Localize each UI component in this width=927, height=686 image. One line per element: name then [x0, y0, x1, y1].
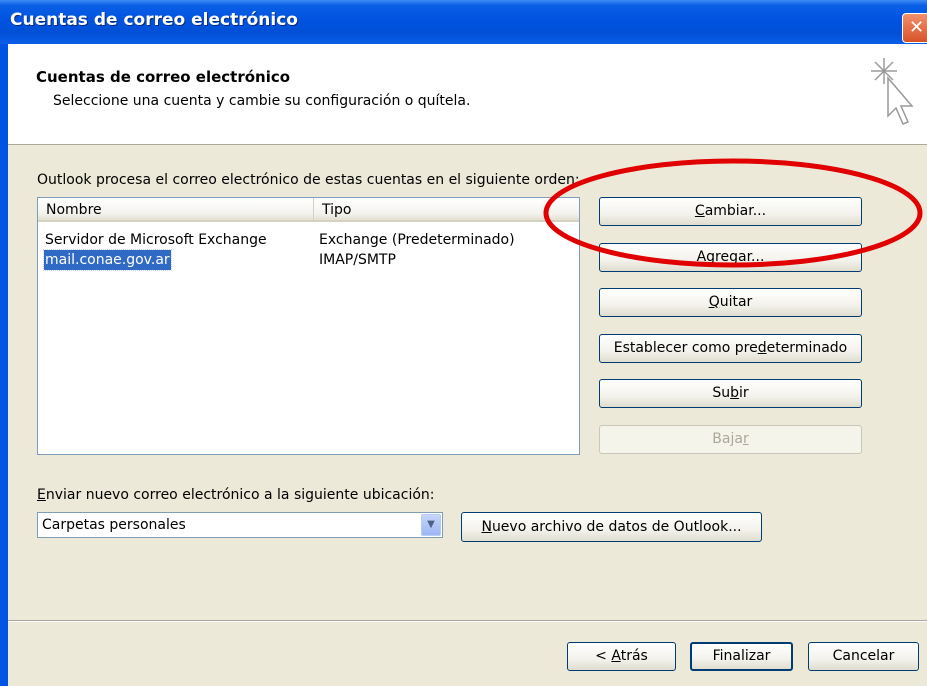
- wizard-header: Cuentas de correo electrónico Seleccione…: [8, 44, 927, 145]
- window-frame-left: [0, 44, 8, 686]
- accounts-order-label: Outlook procesa el correo electrónico de…: [37, 172, 580, 188]
- sparkle-cursor-icon: [871, 58, 914, 125]
- account-row-selected[interactable]: mail.conae.gov.ar IMAP/SMTP: [38, 249, 579, 271]
- finish-button[interactable]: Finalizar: [690, 642, 793, 671]
- back-button[interactable]: < Atrás: [567, 642, 676, 671]
- title-bar: Cuentas de correo electrónico ✕: [0, 0, 927, 44]
- change-button[interactable]: Cambiar...: [599, 197, 862, 226]
- accounts-list[interactable]: Nombre Tipo Servidor de Microsoft Exchan…: [37, 197, 580, 455]
- window-title: Cuentas de correo electrónico: [10, 10, 298, 30]
- header-subtitle: Seleccione una cuenta y cambie su config…: [53, 93, 471, 109]
- delivery-location-select[interactable]: Carpetas personales ▼: [37, 512, 443, 538]
- set-default-button[interactable]: Establecer como predeterminado: [599, 334, 862, 363]
- delivery-location-label: Enviar nuevo correo electrónico a la sig…: [37, 487, 435, 503]
- close-button[interactable]: ✕: [902, 13, 927, 43]
- close-icon: ✕: [909, 17, 925, 38]
- new-data-file-button[interactable]: Nuevo archivo de datos de Outlook...: [461, 512, 762, 542]
- account-row[interactable]: Servidor de Microsoft Exchange Exchange …: [38, 230, 579, 250]
- account-name: Servidor de Microsoft Exchange: [45, 232, 267, 248]
- header-title: Cuentas de correo electrónico: [36, 68, 291, 86]
- move-down-button[interactable]: Bajar: [599, 425, 862, 454]
- cancel-button[interactable]: Cancelar: [808, 642, 919, 671]
- footer-separator: [8, 620, 927, 622]
- account-type: Exchange (Predeterminado): [319, 232, 515, 248]
- account-name: mail.conae.gov.ar: [43, 249, 172, 271]
- remove-button[interactable]: Quitar: [599, 288, 862, 317]
- add-button[interactable]: Agregar...: [599, 243, 862, 272]
- move-up-button[interactable]: Subir: [599, 379, 862, 408]
- column-header-type[interactable]: Tipo: [314, 198, 579, 222]
- chevron-down-icon[interactable]: ▼: [421, 514, 441, 536]
- accounts-list-header: Nombre Tipo: [38, 198, 579, 222]
- delivery-location-value: Carpetas personales: [42, 517, 186, 533]
- account-type: IMAP/SMTP: [319, 252, 396, 268]
- column-header-name[interactable]: Nombre: [38, 198, 314, 222]
